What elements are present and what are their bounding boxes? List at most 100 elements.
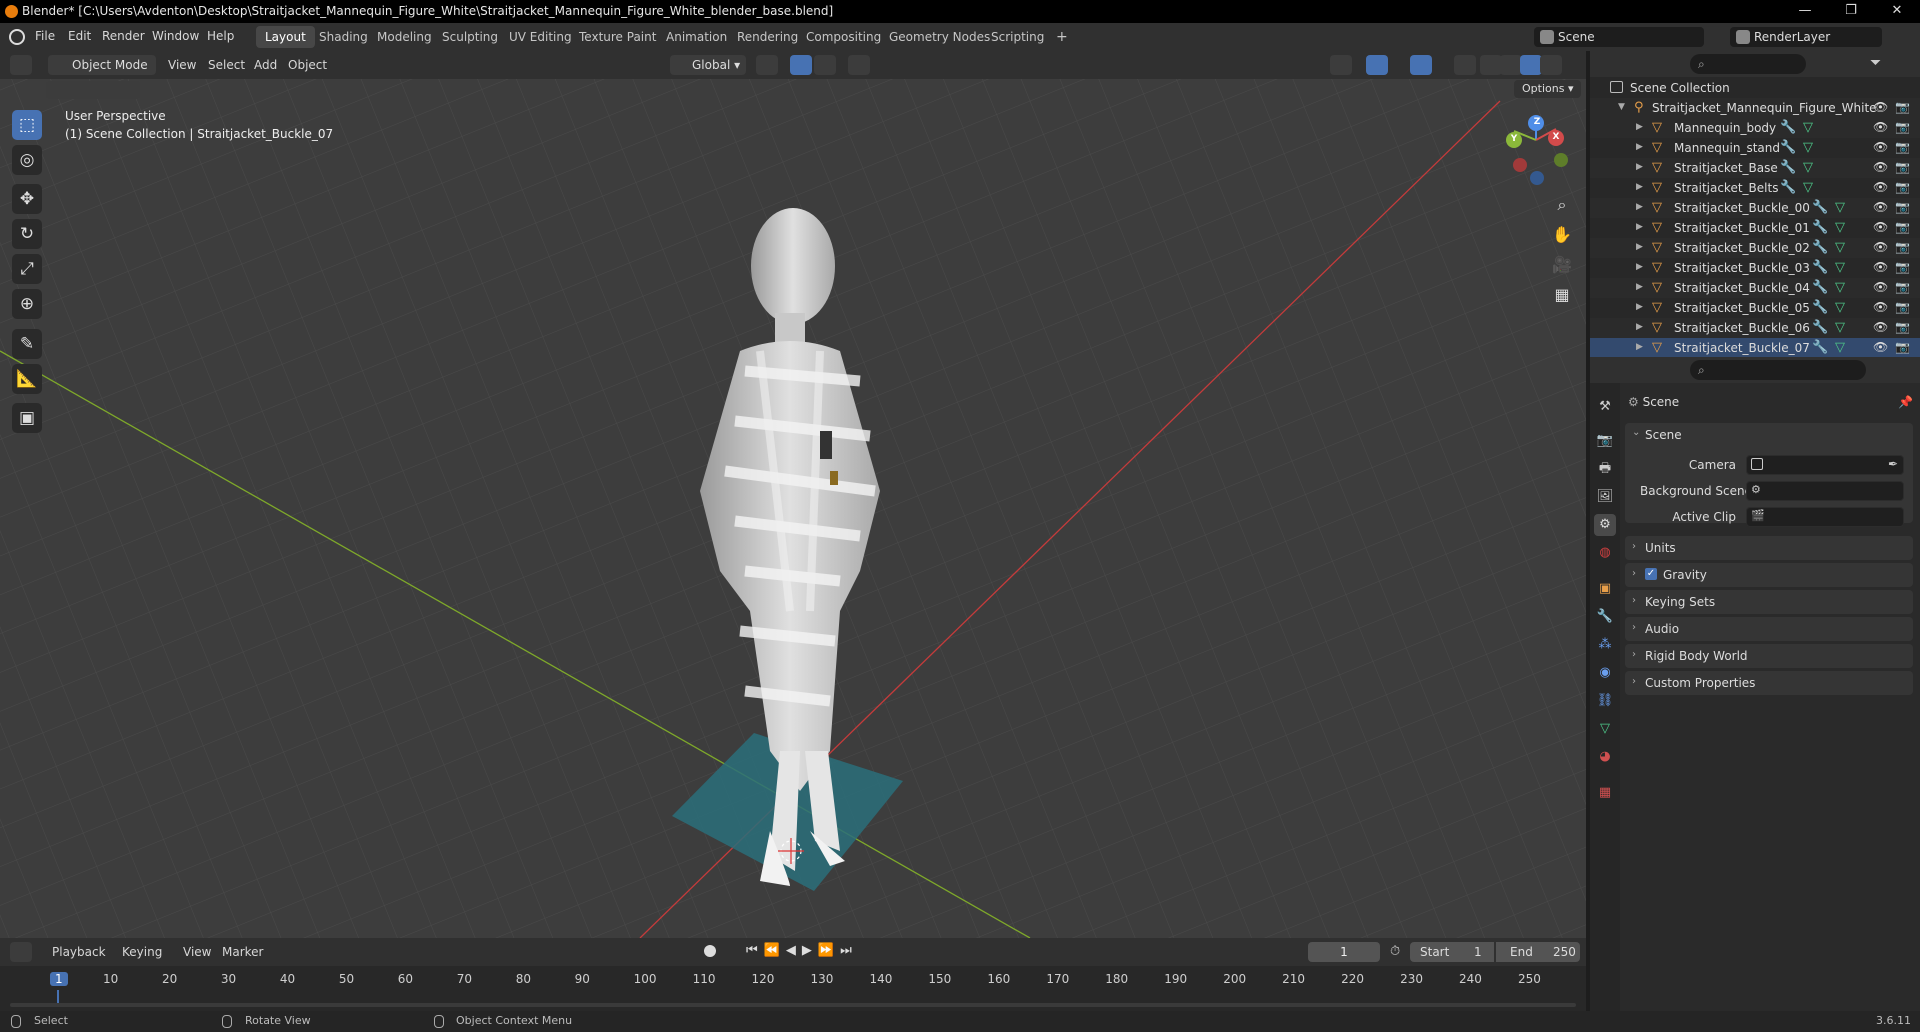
outliner-item[interactable]: ▶ ▽ Straitjacket_Buckle_05 🔧 ▽ 👁 📷 (1590, 298, 1920, 318)
cursor-tool[interactable]: ◎ (12, 145, 42, 175)
timeline-menu-keying[interactable]: Keying (122, 942, 162, 962)
camera-render-icon[interactable]: 📷 (1895, 220, 1910, 234)
modifier-wrench-icon[interactable]: 🔧 (1812, 200, 1828, 215)
zoom-icon[interactable]: ⌕ (1548, 191, 1576, 219)
eye-icon[interactable]: 👁 (1873, 120, 1888, 134)
outliner-item[interactable]: ▶ ▽ Straitjacket_Buckle_00 🔧 ▽ 👁 📷 (1590, 198, 1920, 218)
tab-rendering[interactable]: Rendering (728, 26, 807, 48)
modifier-wrench-icon[interactable]: 🔧 (1812, 280, 1828, 295)
chevron-right-icon[interactable]: ▶ (1636, 142, 1643, 152)
eye-icon[interactable]: 👁 (1873, 300, 1888, 314)
physics-tab-icon[interactable]: ◉ (1594, 662, 1616, 684)
solid-shading-icon[interactable] (1500, 55, 1522, 75)
scale-tool[interactable]: ⤢ (12, 254, 42, 284)
eye-icon[interactable]: 👁 (1873, 140, 1888, 154)
viewport-menu-select[interactable]: Select (208, 55, 245, 75)
tab-shading[interactable]: Shading (310, 26, 377, 48)
options-dropdown[interactable]: Options ▾ (1514, 80, 1582, 98)
camera-render-icon[interactable]: 📷 (1895, 120, 1910, 134)
world-tab-icon[interactable]: ◍ (1594, 542, 1616, 564)
camera-render-icon[interactable]: 📷 (1895, 260, 1910, 274)
chevron-right-icon[interactable]: ▶ (1636, 282, 1643, 292)
eye-icon[interactable]: 👁 (1873, 160, 1888, 174)
constraints-tab-icon[interactable]: ⛓ (1594, 690, 1616, 712)
modifier-wrench-icon[interactable]: 🔧 (1812, 340, 1828, 355)
pivot-icon[interactable] (756, 55, 778, 75)
chevron-right-icon[interactable]: ▶ (1636, 302, 1643, 312)
chevron-right-icon[interactable]: ▶ (1636, 162, 1643, 172)
visibility-icon[interactable] (1330, 55, 1352, 75)
tab-animation[interactable]: Animation (657, 26, 736, 48)
material-tab-icon[interactable]: ◕ (1594, 746, 1616, 768)
outliner-item[interactable]: ▶ ▽ Mannequin_body 🔧 ▽ 👁 📷 (1590, 118, 1920, 138)
menu-edit[interactable]: Edit (68, 29, 91, 43)
eyedropper-icon[interactable]: ✒ (1888, 457, 1898, 471)
chevron-down-icon[interactable]: ▼ (1618, 102, 1625, 112)
camera-render-icon[interactable]: 📷 (1895, 200, 1910, 214)
eye-icon[interactable]: 👁 (1873, 200, 1888, 214)
orientation-selector[interactable]: Global ▾ (670, 55, 746, 75)
outliner-scene-collection[interactable]: Scene Collection (1590, 78, 1920, 98)
mesh-data-icon[interactable]: ▽ (1803, 140, 1813, 155)
viewport-menu-add[interactable]: Add (254, 55, 277, 75)
mesh-data-icon[interactable]: ▽ (1835, 280, 1845, 295)
wireframe-shading-icon[interactable] (1480, 55, 1502, 75)
active-clip-field[interactable] (1746, 507, 1904, 527)
eye-icon[interactable]: 👁 (1873, 340, 1888, 354)
modifier-wrench-icon[interactable]: 🔧 (1780, 160, 1796, 175)
eye-icon[interactable]: 👁 (1873, 240, 1888, 254)
outliner-collection[interactable]: ▼ ⚲ Straitjacket_Mannequin_Figure_White 👁 📷 (1590, 98, 1920, 118)
output-tab-icon[interactable]: 🖶 (1594, 458, 1616, 480)
mesh-data-icon[interactable]: ▽ (1835, 320, 1845, 335)
ortho-grid-icon[interactable]: ▦ (1548, 281, 1576, 309)
outliner-item[interactable]: ▶ ▽ Straitjacket_Buckle_01 🔧 ▽ 👁 📷 (1590, 218, 1920, 238)
modifier-wrench-icon[interactable]: 🔧 (1780, 140, 1796, 155)
chevron-right-icon[interactable]: ▶ (1636, 242, 1643, 252)
camera-view-icon[interactable]: 🎥 (1548, 251, 1576, 279)
camera-render-icon[interactable]: 📷 (1895, 140, 1910, 154)
chevron-right-icon[interactable]: ▶ (1636, 182, 1643, 192)
mesh-data-icon[interactable]: ▽ (1803, 120, 1813, 135)
camera-render-icon[interactable]: 📷 (1895, 240, 1910, 254)
material-shading-icon[interactable] (1520, 55, 1542, 75)
chevron-right-icon[interactable]: ▶ (1636, 322, 1643, 332)
camera-render-icon[interactable]: 📷 (1895, 280, 1910, 294)
camera-render-icon[interactable]: 📷 (1895, 300, 1910, 314)
measure-tool[interactable]: 📐 (12, 364, 42, 394)
camera-render-icon[interactable]: 📷 (1895, 180, 1910, 194)
timeline-menu-view[interactable]: View (183, 942, 211, 962)
chevron-right-icon[interactable]: ▶ (1636, 202, 1643, 212)
data-tab-icon[interactable]: ▽ (1594, 718, 1616, 740)
overlay-toggle-icon[interactable] (1410, 55, 1432, 75)
outliner-item[interactable]: ▶ ▽ Straitjacket_Base 🔧 ▽ 👁 📷 (1590, 158, 1920, 178)
properties-search-input[interactable] (1690, 360, 1866, 380)
tab-sculpting[interactable]: Sculpting (433, 26, 507, 48)
rendered-shading-icon[interactable] (1540, 55, 1562, 75)
mesh-data-icon[interactable]: ▽ (1835, 220, 1845, 235)
mode-selector[interactable]: Object Mode ▾ (48, 55, 156, 92)
tab-texture-paint[interactable]: Texture Paint (570, 26, 665, 48)
scene-panel-title[interactable]: Scene (1645, 428, 1682, 442)
viewport-menu-object[interactable]: Object (288, 55, 327, 75)
object-tab-icon[interactable]: ▣ (1594, 578, 1616, 600)
timeline-menu-playback[interactable]: Playback (52, 942, 106, 962)
render-tab-icon[interactable]: 📷 (1594, 430, 1616, 452)
filter-icon[interactable]: ⏷ (1870, 55, 1881, 71)
close-button[interactable]: ✕ (1874, 0, 1920, 23)
add-cube-tool[interactable]: ▣ (12, 403, 42, 433)
selection-mode-buttons[interactable] (46, 81, 140, 99)
panel-rigid-body-world[interactable]: › Rigid Body World (1625, 644, 1913, 668)
chevron-right-icon[interactable]: ▶ (1636, 342, 1643, 352)
xray-icon[interactable] (1454, 55, 1476, 75)
modifier-tab-icon[interactable]: 🔧 (1594, 606, 1616, 628)
gizmo-toggle-icon[interactable] (1366, 55, 1388, 75)
particles-tab-icon[interactable]: ⁂ (1594, 634, 1616, 656)
record-icon[interactable] (704, 945, 716, 957)
outliner-item[interactable]: ▶ ▽ Straitjacket_Buckle_07 🔧 ▽ 👁 📷 (1590, 338, 1920, 358)
panel-keying-sets[interactable]: › Keying Sets (1625, 590, 1913, 614)
eye-icon[interactable]: 👁 (1873, 220, 1888, 234)
stopwatch-icon[interactable]: ⏱ (1390, 944, 1400, 959)
texture-tab-icon[interactable]: ▦ (1594, 782, 1616, 804)
camera-render-icon[interactable]: 📷 (1895, 340, 1910, 354)
view-layer-tab-icon[interactable]: 🖼 (1594, 486, 1616, 508)
